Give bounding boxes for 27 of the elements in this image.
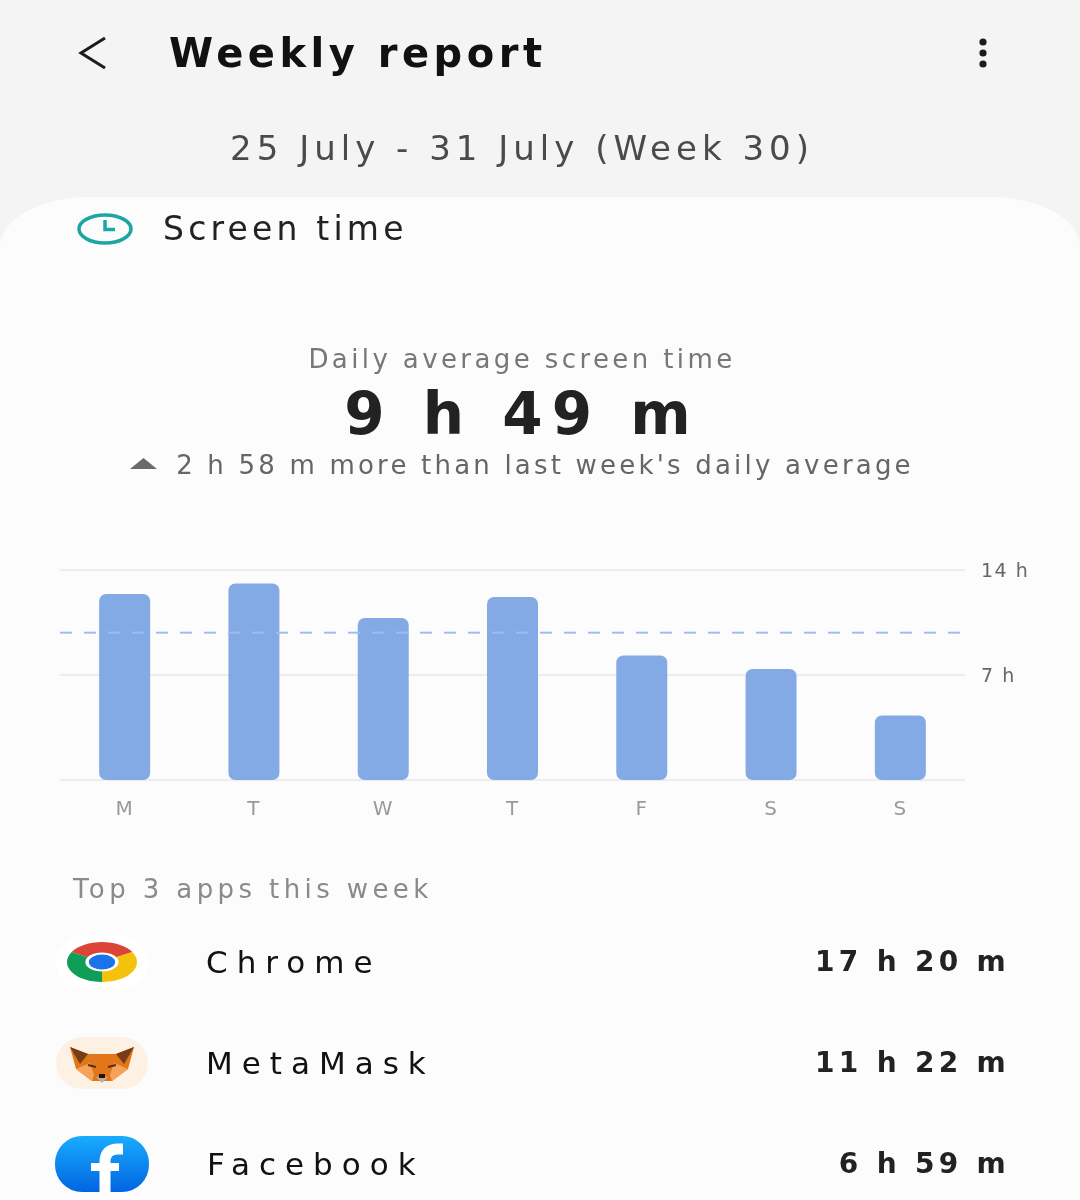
- app-name: MetaMask: [206, 1044, 435, 1081]
- clock-icon: [77, 213, 133, 245]
- day-label: T: [247, 796, 261, 820]
- usage-time: 11 h 22 m: [815, 1045, 1010, 1080]
- y-axis-label: 14 h: [981, 559, 1030, 581]
- bar: [874, 715, 926, 780]
- usage-time: 17 h 20 m: [815, 944, 1010, 979]
- day-label: M: [115, 796, 134, 820]
- y-axis-label: 7 h: [981, 664, 1016, 686]
- comparison-text: 2 h 58 m more than last week's daily average: [176, 450, 914, 480]
- average-value: 9 h 49 m: [344, 384, 700, 444]
- average-label: Daily average screen time: [308, 344, 736, 374]
- day-label: S: [764, 796, 778, 820]
- app-name: Facebook: [207, 1145, 425, 1182]
- section-title: Screen time: [163, 211, 408, 247]
- day-label: W: [372, 796, 394, 820]
- day-label: F: [635, 796, 649, 820]
- usage-time: 6 h 59 m: [838, 1146, 1010, 1181]
- day-label: T: [505, 796, 520, 820]
- page-title: Weekly report: [169, 29, 547, 77]
- facebook-icon: [55, 1135, 149, 1192]
- date-range: 25 July - 31 July (Week 30): [230, 128, 814, 169]
- day-label: S: [893, 796, 908, 820]
- app-name: Chrome: [206, 943, 382, 980]
- apps-title: Top 3 apps this week: [73, 874, 433, 904]
- more-options-icon[interactable]: [977, 38, 989, 68]
- fox-icon: [56, 1036, 148, 1089]
